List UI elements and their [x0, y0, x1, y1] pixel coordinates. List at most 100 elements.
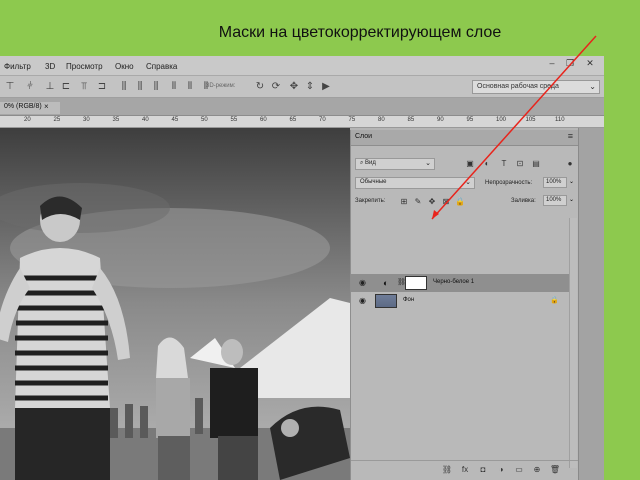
fill-input[interactable]: 100%: [543, 195, 567, 206]
menu-help[interactable]: Справка: [146, 62, 177, 71]
ruler-tick-label: 105: [525, 117, 536, 123]
workspace-select[interactable]: Основная рабочая среда ⌄: [472, 80, 600, 94]
ruler-tick-label: 20: [24, 117, 31, 123]
ruler-tick-label: 110: [555, 117, 565, 123]
lock-transparent-icon[interactable]: ⊞: [399, 197, 409, 207]
filter-smart-object-icon[interactable]: ▤: [531, 159, 541, 169]
ruler-tick-label: 40: [142, 117, 149, 123]
align-bottom-icon[interactable]: ⊥: [44, 81, 56, 93]
ruler-tick-label: 80: [378, 117, 385, 123]
layers-panel-header: Слои ≡: [351, 130, 579, 146]
eye-icon[interactable]: ◉: [359, 296, 366, 305]
lock-icon: 🔒: [550, 297, 559, 304]
fx-icon[interactable]: fx: [459, 464, 471, 476]
new-adjustment-icon[interactable]: ◑: [495, 464, 507, 476]
3d-slide-icon[interactable]: ⇕: [304, 81, 316, 93]
filter-shape-icon[interactable]: ⊡: [515, 159, 525, 169]
layer-thumbnail: [375, 294, 397, 308]
lock-all-icon[interactable]: 🔒: [455, 197, 465, 207]
filter-pixel-icon[interactable]: ▣: [465, 159, 475, 169]
align-vcenter-icon[interactable]: ⫩: [24, 81, 36, 93]
panel-dock: [578, 128, 604, 480]
slide-title: Маски на цветокорректирующем слое: [218, 24, 502, 41]
lock-label: Закрепить:: [355, 198, 386, 204]
tab-layers[interactable]: Слои: [355, 133, 372, 140]
blend-mode-select[interactable]: Обычные ⌄: [355, 177, 475, 189]
photoshop-window: Фильтр 3D Просмотр Окно Справка – ❐ ✕ ⊤ …: [0, 56, 604, 480]
ruler-tick-label: 25: [53, 117, 61, 123]
layer-row-background[interactable]: ◉ Фон 🔒: [351, 292, 569, 310]
new-layer-icon[interactable]: ⊕: [531, 464, 543, 476]
options-bar: ⊤ ⫩ ⊥ ⊏ ⫪ ⊐ ⫼ ⫼ ⫼ ⫴ ⫴ ⫴ 3D-режим: ↻ ⟳ ✥ …: [0, 76, 604, 98]
link-layers-icon[interactable]: ⛓: [441, 464, 453, 476]
3d-camera-icon[interactable]: ▶: [320, 81, 332, 93]
3d-rotate-icon[interactable]: ↻: [254, 81, 266, 93]
minimize-icon[interactable]: –: [546, 58, 558, 70]
lock-artboard-icon[interactable]: ⊠: [441, 197, 451, 207]
align-right-icon[interactable]: ⊐: [96, 81, 108, 93]
ruler-tick-label: 50: [201, 117, 208, 123]
scrollbar[interactable]: [569, 218, 577, 468]
ruler-tick-label: 90: [437, 117, 444, 123]
eye-icon[interactable]: ◉: [359, 278, 366, 287]
blend-mode-value: Обычные: [360, 179, 387, 185]
3d-roll-icon[interactable]: ⟳: [270, 81, 282, 93]
filter-kind-value: Вид: [365, 160, 376, 166]
filter-toggle-icon[interactable]: ●: [565, 159, 575, 169]
ruler-tick-label: 55: [230, 117, 238, 123]
menu-3d[interactable]: 3D: [45, 62, 55, 71]
chevron-down-icon: ⌄: [589, 82, 596, 91]
menu-view[interactable]: Просмотр: [66, 62, 103, 71]
distribute-hcenter-icon[interactable]: ⫴: [184, 81, 196, 93]
menu-window[interactable]: Окно: [115, 62, 134, 71]
chevron-down-icon[interactable]: ⌄: [569, 196, 574, 203]
add-mask-icon[interactable]: ◘: [477, 464, 489, 476]
align-left-icon[interactable]: ⊏: [60, 81, 72, 93]
layer-filter-row: ⌕ Вид ⌄ ▣ ◐ T ⊡ ▤ ●: [351, 156, 579, 174]
align-top-icon[interactable]: ⊤: [4, 81, 16, 93]
fill-value: 100%: [546, 197, 562, 203]
ruler-tick-label: 75: [348, 117, 356, 123]
filter-kind-select[interactable]: ⌕ Вид ⌄: [355, 158, 435, 170]
distribute-bottom-icon[interactable]: ⫼: [150, 81, 162, 93]
lock-position-icon[interactable]: ✥: [427, 197, 437, 207]
distribute-vcenter-icon[interactable]: ⫼: [134, 81, 146, 93]
layer-mask-thumbnail[interactable]: [405, 276, 427, 290]
close-icon[interactable]: ✕: [584, 58, 596, 70]
layer-name: Фон: [403, 297, 415, 303]
3d-pan-icon[interactable]: ✥: [288, 81, 300, 93]
filter-adjustment-icon[interactable]: ◐: [482, 159, 492, 169]
workspace-value: Основная рабочая среда: [477, 83, 559, 90]
chevron-down-icon: ⌄: [425, 160, 431, 167]
document-tab-bar: 0% (RGB/8) ×: [0, 98, 604, 116]
ruler-tick-label: 95: [466, 117, 474, 123]
filter-type-icon[interactable]: T: [499, 159, 509, 169]
restore-icon[interactable]: ❐: [564, 58, 576, 70]
align-hcenter-icon[interactable]: ⫪: [78, 81, 90, 93]
lock-row: Закрепить: ⊞ ✎ ✥ ⊠ 🔒 Заливка: 100% ⌄: [351, 194, 579, 210]
distribute-top-icon[interactable]: ⫼: [118, 81, 130, 93]
document-canvas[interactable]: [0, 128, 350, 480]
photo-image: [0, 128, 350, 480]
layer-row-bw[interactable]: ◉ ◐ ⛓ Черно-белое 1: [351, 274, 569, 292]
chevron-down-icon[interactable]: ⌄: [569, 178, 574, 185]
opacity-value: 100%: [546, 179, 562, 185]
chevron-down-icon: ⌄: [465, 179, 471, 186]
ruler-tick-label: 30: [83, 117, 90, 123]
menu-filter[interactable]: Фильтр: [4, 62, 31, 71]
delete-layer-icon[interactable]: 🗑: [549, 464, 561, 476]
close-tab-icon[interactable]: ×: [44, 102, 49, 111]
ruler-tick-label: 65: [289, 117, 297, 123]
blend-row: Обычные ⌄ Непрозрачность: 100% ⌄: [351, 174, 579, 192]
layers-panel: Слои ≡ ⌕ Вид ⌄ ▣ ◐ T ⊡ ▤ ● Обычные ⌄ Неп…: [350, 130, 579, 480]
lock-brush-icon[interactable]: ✎: [413, 197, 423, 207]
document-tab-label: 0% (RGB/8): [4, 103, 42, 110]
ruler-tick-label: 100: [496, 117, 507, 123]
layer-name: Черно-белое 1: [433, 279, 475, 285]
new-group-icon[interactable]: ▭: [513, 464, 525, 476]
distribute-left-icon[interactable]: ⫴: [168, 81, 180, 93]
opacity-label: Непрозрачность:: [485, 180, 533, 186]
opacity-input[interactable]: 100%: [543, 177, 567, 188]
document-tab[interactable]: 0% (RGB/8): [0, 102, 60, 114]
panel-menu-icon[interactable]: ≡: [568, 131, 573, 141]
